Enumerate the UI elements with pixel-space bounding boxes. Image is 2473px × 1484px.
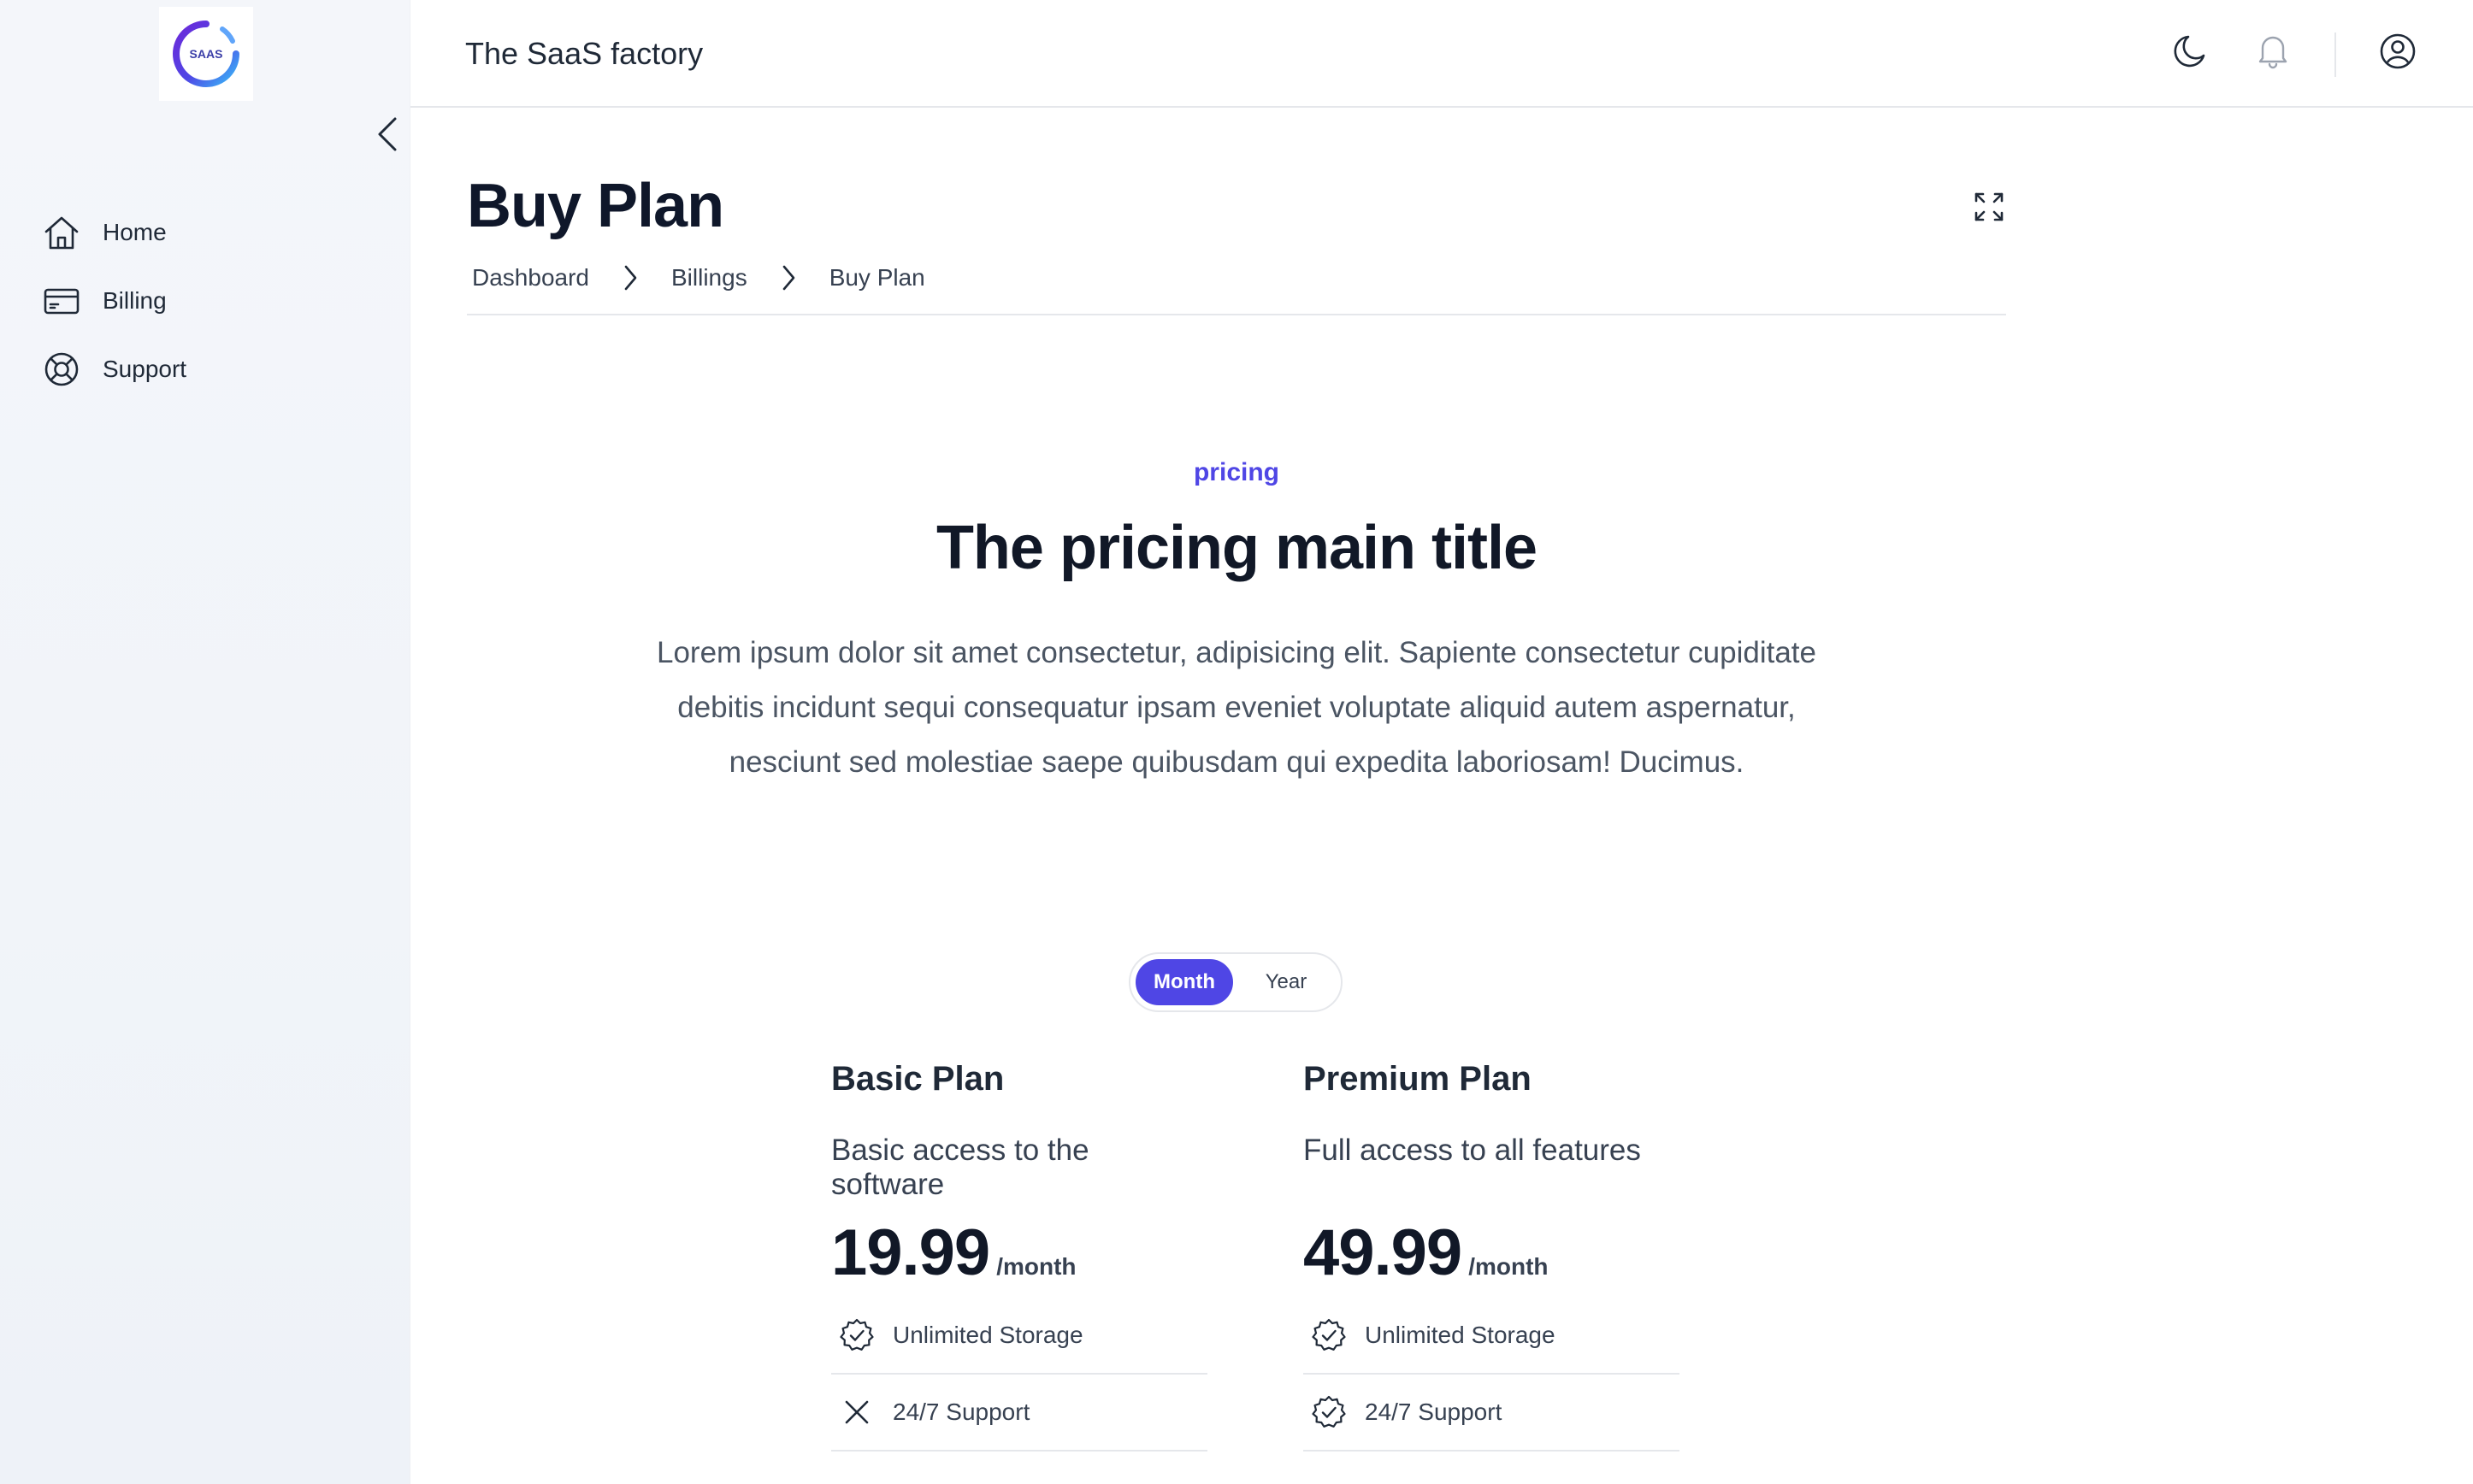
sidebar-item-support[interactable]: Support [0,335,410,403]
plan-price: 19.99 [831,1216,990,1289]
plan-name: Premium Plan [1303,1060,1532,1098]
plan-description: Basic access to the software [831,1134,1089,1201]
pricing-eyebrow: pricing [1193,458,1279,486]
bell-icon [2258,36,2287,69]
plan-card-basic: Basic Plan Basic access to the software … [831,1060,1207,1452]
toggle-month[interactable]: Month [1136,959,1233,1005]
fullscreen-button[interactable] [1968,186,2010,227]
billing-period-toggle: Month Year [1129,952,1343,1012]
check-badge-icon [838,1316,876,1354]
home-icon [41,212,82,253]
plan-description: Full access to all features [1303,1134,1641,1167]
chevron-right-icon [610,258,651,297]
page-divider [467,314,2006,315]
logo-text: SAAS [190,47,223,61]
x-mark-icon [838,1393,876,1431]
breadcrumb-billings[interactable]: Billings [671,264,747,292]
sidebar-collapse-button[interactable] [366,113,409,156]
breadcrumb-buy-plan: Buy Plan [829,264,925,291]
check-badge-icon [1310,1316,1348,1354]
plan-price-row: 19.99 /month [831,1216,1207,1294]
plan-name: Basic Plan [831,1060,1005,1098]
plan-period: /month [1468,1253,1549,1280]
sidebar-item-label: Billing [103,287,167,314]
user-circle-icon [2380,33,2416,69]
notifications-button[interactable] [2249,27,2297,75]
lifebuoy-icon [41,349,82,390]
pricing-description: Lorem ipsum dolor sit amet consectetur, … [657,636,1816,779]
credit-card-icon [41,280,82,321]
feature-item: Unlimited Storage [831,1298,1207,1375]
feature-label: Unlimited Storage [893,1322,1083,1348]
app-logo[interactable]: SAAS [159,7,253,101]
plan-features: Unlimited Storage 24/7 Support [1303,1298,1679,1452]
sidebar-item-home[interactable]: Home [0,198,410,267]
app-title: The SaaS factory [465,36,704,71]
feature-label: Unlimited Storage [1365,1322,1555,1348]
plan-period: /month [996,1253,1077,1280]
feature-item: Unlimited Storage [1303,1298,1679,1375]
saas-logo-icon: SAAS [173,21,239,87]
sidebar-item-label: Support [103,356,187,382]
feature-label: 24/7 Support [893,1399,1030,1425]
user-menu-button[interactable] [2374,27,2422,75]
plan-price-row: 49.99 /month [1303,1216,1679,1294]
chevron-left-icon [378,117,397,151]
sidebar-item-billing[interactable]: Billing [0,267,410,335]
sidebar-nav: Home Billing Support [0,198,410,403]
toggle-year[interactable]: Year [1238,959,1334,1005]
plan-card-premium: Premium Plan Full access to all features… [1303,1060,1679,1452]
top-header: The SaaS factory [410,0,2473,108]
pricing-title: The pricing main title [935,514,1538,582]
plan-features: Unlimited Storage 24/7 Support [831,1298,1207,1452]
plan-price: 49.99 [1303,1216,1462,1289]
chevron-right-icon [768,258,809,297]
sidebar: SAAS Home Billing Support [0,0,410,1484]
feature-label: 24/7 Support [1365,1399,1502,1425]
page-title: Buy Plan [467,172,724,240]
theme-toggle-button[interactable] [2167,27,2215,75]
breadcrumb: Dashboard Billings Buy Plan [472,258,925,297]
sidebar-item-label: Home [103,219,167,245]
breadcrumb-dashboard[interactable]: Dashboard [472,264,589,292]
feature-item: 24/7 Support [831,1375,1207,1452]
feature-item: 24/7 Support [1303,1375,1679,1452]
check-badge-icon [1310,1393,1348,1431]
expand-icon [1974,192,2004,221]
header-divider [2334,32,2336,77]
moon-icon [2174,35,2205,68]
